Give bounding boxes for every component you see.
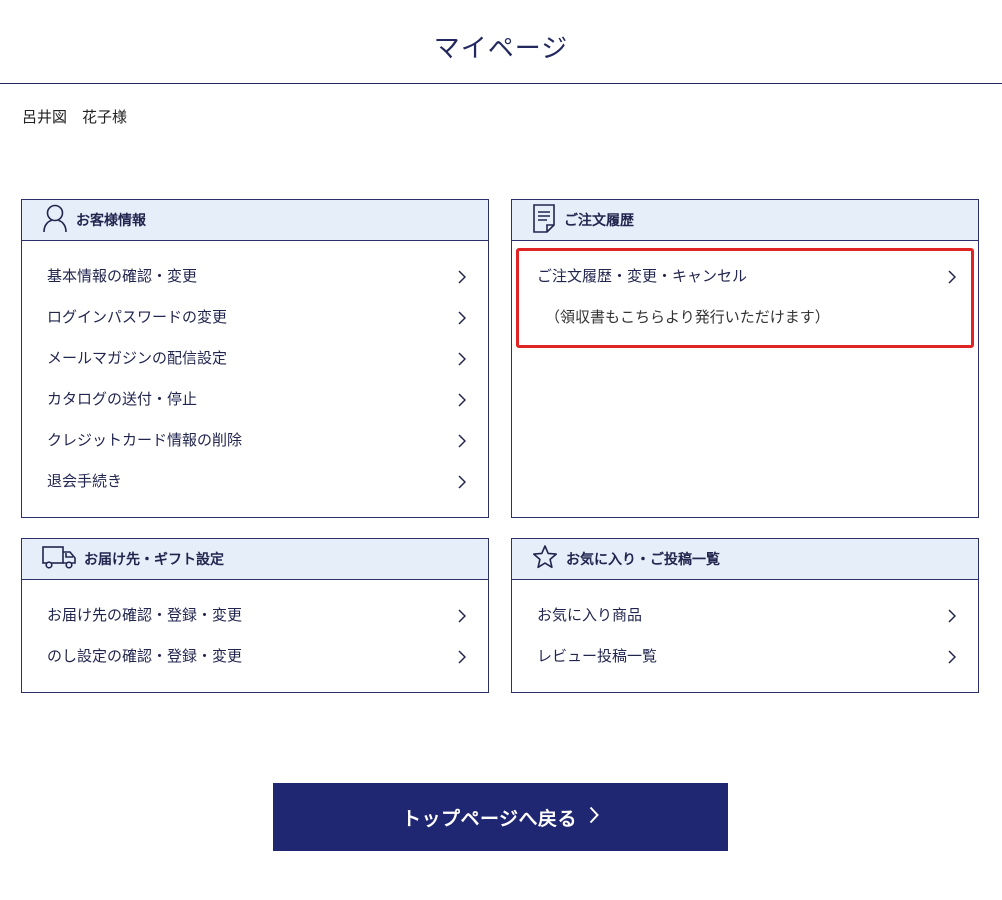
- chevron-right-icon: [458, 636, 466, 677]
- chevron-right-icon: [577, 806, 599, 829]
- link-catalog[interactable]: カタログの送付・停止: [22, 379, 488, 420]
- link-withdraw[interactable]: 退会手続き: [22, 461, 488, 502]
- title-divider: [0, 83, 1002, 84]
- chevron-right-icon: [458, 338, 466, 379]
- back-to-top-button[interactable]: トップページへ戻る: [273, 783, 728, 851]
- back-to-top-label: トップページへ戻る: [401, 807, 578, 830]
- page-title: マイページ: [433, 34, 569, 64]
- delivery-gift-panel: お届け先・ギフト設定 お届け先の確認・登録・変更 のし設定の確認・登録・変更: [21, 538, 489, 693]
- receipt-note: （領収書もこちらより発行いただけます）: [545, 308, 830, 326]
- chevron-right-icon: [458, 420, 466, 461]
- chevron-right-icon: [458, 595, 466, 636]
- truck-icon: [42, 545, 76, 573]
- favorites-header: お気に入り・ご投稿一覧: [512, 539, 978, 580]
- order-history-header: ご注文履歴: [512, 200, 978, 241]
- chevron-right-icon: [458, 461, 466, 502]
- order-history-title: ご注文履歴: [564, 213, 634, 229]
- link-login-password[interactable]: ログインパスワードの変更: [22, 297, 488, 338]
- user-name: 呂井図 花子様: [22, 108, 128, 126]
- chevron-right-icon: [948, 636, 956, 677]
- chevron-right-icon: [948, 595, 956, 636]
- star-icon: [532, 544, 558, 574]
- order-history-panel: ご注文履歴 ご注文履歴・変更・キャンセル （領収書もこちらより発行いただけます）: [511, 199, 979, 518]
- favorites-panel: お気に入り・ご投稿一覧 お気に入り商品 レビュー投稿一覧: [511, 538, 979, 693]
- delivery-gift-title: お届け先・ギフト設定: [84, 552, 224, 568]
- chevron-right-icon: [458, 379, 466, 420]
- customer-info-title: お客様情報: [76, 213, 146, 229]
- person-icon: [42, 203, 68, 237]
- customer-info-panel: お客様情報 基本情報の確認・変更 ログインパスワードの変更 メールマガジンの配信…: [21, 199, 489, 518]
- link-noshi-settings[interactable]: のし設定の確認・登録・変更: [22, 636, 488, 677]
- chevron-right-icon: [948, 256, 956, 297]
- link-basic-info[interactable]: 基本情報の確認・変更: [22, 256, 488, 297]
- link-review-list[interactable]: レビュー投稿一覧: [512, 636, 978, 677]
- link-favorite-products[interactable]: お気に入り商品: [512, 595, 978, 636]
- document-icon: [532, 203, 556, 237]
- chevron-right-icon: [458, 297, 466, 338]
- link-credit-card-delete[interactable]: クレジットカード情報の削除: [22, 420, 488, 461]
- link-order-history[interactable]: ご注文履歴・変更・キャンセル: [512, 256, 978, 297]
- delivery-gift-header: お届け先・ギフト設定: [22, 539, 488, 580]
- link-delivery-address[interactable]: お届け先の確認・登録・変更: [22, 595, 488, 636]
- customer-info-header: お客様情報: [22, 200, 488, 241]
- favorites-title: お気に入り・ご投稿一覧: [566, 552, 720, 568]
- link-mail-magazine[interactable]: メールマガジンの配信設定: [22, 338, 488, 379]
- chevron-right-icon: [458, 256, 466, 297]
